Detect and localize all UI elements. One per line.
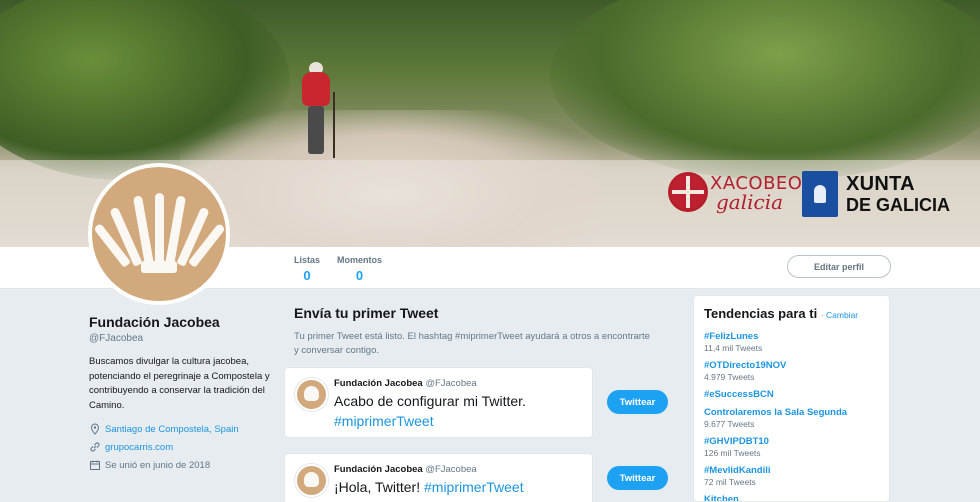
- first-tweet-subtitle: Tu primer Tweet está listo. El hashtag #…: [294, 331, 650, 356]
- trend-item[interactable]: #GHVIPDBT10 126 mil Tweets: [704, 436, 879, 458]
- first-tweet-section: Envía tu primer Tweet Tu primer Tweet es…: [284, 297, 650, 358]
- stat-lists[interactable]: Listas 0: [294, 255, 320, 283]
- tweet-button[interactable]: Twittear: [607, 466, 668, 490]
- trend-item[interactable]: Kitchen: [704, 494, 879, 501]
- trend-item[interactable]: Controlaremos la Sala Segunda 9.677 Tweet…: [704, 407, 879, 429]
- link-icon: [90, 442, 100, 452]
- avatar: [295, 464, 328, 497]
- trend-item[interactable]: #MevlidKandili 72 mil Tweets: [704, 465, 879, 487]
- profile-website[interactable]: grupocarris.com: [89, 441, 274, 453]
- trend-item[interactable]: #FelizLunes 11,4 mil Tweets: [704, 331, 879, 353]
- profile-avatar[interactable]: [88, 163, 230, 305]
- edit-profile-button[interactable]: Editar perfil: [787, 255, 891, 278]
- profile-bio: Buscamos divulgar la cultura jacobea, po…: [89, 356, 270, 411]
- suggested-tweet-text: Acabo de configurar mi Twitter. #miprime…: [334, 393, 526, 429]
- hashtag-link[interactable]: #miprimerTweet: [334, 413, 434, 429]
- suggested-tweet-card[interactable]: Fundación Jacobea @FJacobea Acabo de con…: [284, 367, 593, 438]
- profile-joined: Se unió en junio de 2018: [89, 459, 274, 471]
- trend-item[interactable]: #eSuccessBCN: [704, 389, 879, 400]
- calendar-icon: [90, 460, 100, 470]
- first-tweet-heading: Envía tu primer Tweet: [294, 305, 439, 321]
- hiker-figure: [300, 62, 335, 158]
- profile-info: Fundación Jacobea @FJacobea Buscamos div…: [89, 314, 274, 471]
- suggested-tweet-text: ¡Hola, Twitter! #miprimerTweet: [334, 479, 524, 495]
- xacobeo-logo: XACOBEO galicia: [668, 170, 802, 216]
- tweet-button[interactable]: Twittear: [607, 390, 668, 414]
- trends-panel: Tendencias para ti · Cambiar #FelizLunes…: [693, 295, 890, 502]
- avatar: [295, 378, 328, 411]
- hashtag-link[interactable]: #miprimerTweet: [424, 479, 524, 495]
- xunta-logo: XUNTA DE GALICIA: [802, 171, 962, 217]
- profile-name[interactable]: Fundación Jacobea: [89, 314, 274, 330]
- location-pin-icon: [90, 423, 100, 435]
- profile-handle: @FJacobea: [89, 333, 144, 344]
- profile-location[interactable]: Santiago de Compostela, Spain: [89, 423, 274, 435]
- scallop-shell-icon: [93, 193, 226, 273]
- stat-moments[interactable]: Momentos 0: [337, 255, 382, 283]
- trend-item[interactable]: #OTDirecto19NOV 4.979 Tweets: [704, 360, 879, 382]
- change-trends-link[interactable]: · Cambiar: [821, 310, 858, 320]
- suggested-tweet-card[interactable]: Fundación Jacobea @FJacobea ¡Hola, Twitt…: [284, 453, 593, 502]
- trends-title: Tendencias para ti · Cambiar: [704, 306, 859, 321]
